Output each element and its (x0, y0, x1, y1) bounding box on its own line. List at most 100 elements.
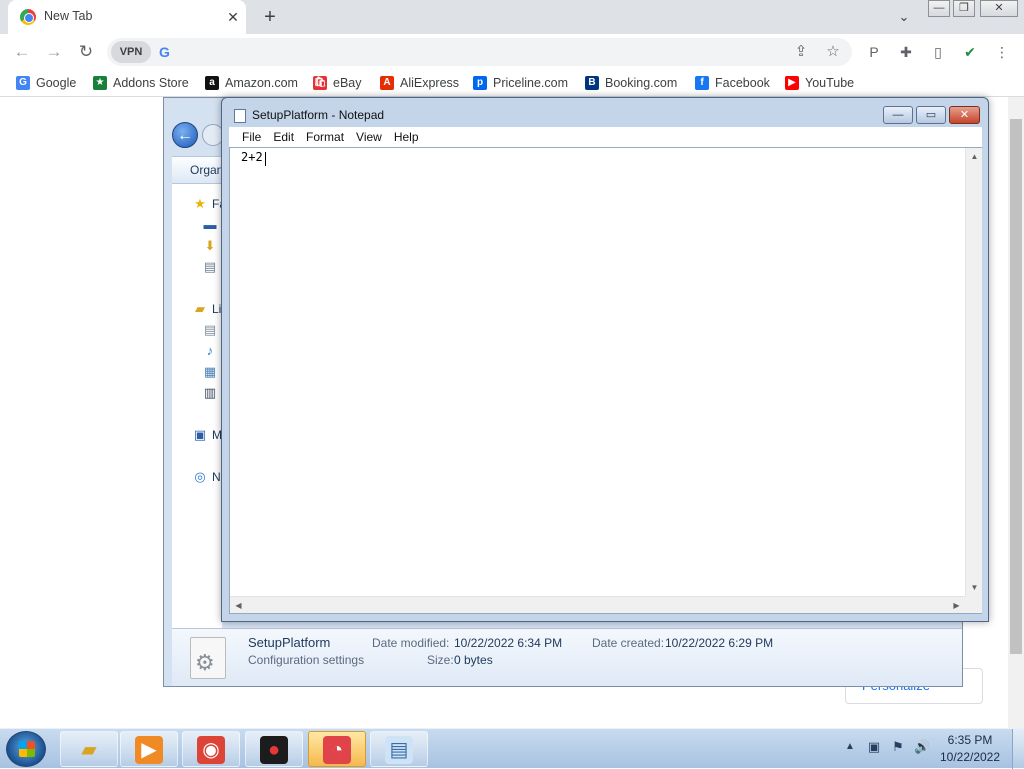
window-close-button[interactable]: ✕ (980, 0, 1018, 17)
details-modified-label: Date modified: (372, 636, 450, 650)
scroll-up-arrow-icon[interactable]: ▲ (966, 148, 983, 165)
nav-pane-item[interactable]: ◎ N (192, 467, 221, 487)
bookmark-label: Facebook (715, 76, 770, 90)
bookmark-label: eBay (333, 76, 362, 90)
reload-icon[interactable]: ↻ (74, 40, 98, 64)
scroll-down-arrow-icon[interactable]: ▼ (966, 579, 983, 596)
notepad-horizontal-scrollbar[interactable]: ◀ ▶ (230, 596, 965, 613)
nav-pane-label: N (212, 470, 221, 484)
bookmark-addons-store[interactable]: ★ Addons Store (93, 75, 189, 91)
show-desktop-button[interactable] (1012, 729, 1024, 769)
bookmarks-bar: G Google ★ Addons Store a Amazon.com 🛍 eBay A Ali… (0, 70, 1024, 97)
start-button[interactable] (6, 731, 46, 767)
kebab-menu-icon[interactable]: ⋮ (992, 42, 1012, 62)
menu-help[interactable]: Help (388, 127, 425, 147)
bookmark-favicon-icon: B (585, 76, 599, 90)
nav-pane-item[interactable]: ▤ (202, 257, 218, 277)
resize-grip[interactable] (965, 596, 982, 613)
action-center-flag-icon[interactable]: ⚑ (890, 739, 906, 755)
nav-pane-item[interactable]: ▦ (202, 362, 218, 382)
notepad-content[interactable]: 2+2 (241, 150, 263, 164)
nav-pane-item[interactable]: ⬇ (202, 236, 218, 256)
nav-pane-item[interactable]: ♪ (202, 341, 218, 361)
shield-check-icon[interactable]: ✔ (960, 42, 980, 62)
clock-date[interactable]: 10/22/2022 (935, 750, 1005, 764)
media-player-taskbar-icon: ▶ (135, 736, 163, 764)
window-minimize-button[interactable]: — (928, 0, 950, 17)
forward-arrow-icon[interactable]: → (42, 40, 66, 64)
scroll-left-arrow-icon[interactable]: ◀ (230, 597, 247, 614)
address-bar[interactable]: VPN G ⇪ ☆ (107, 38, 852, 66)
windows-logo-icon (19, 741, 35, 757)
vpn-badge[interactable]: VPN (111, 41, 151, 63)
nav-pane-item[interactable]: ▰ Li (192, 299, 221, 319)
notepad-menu-bar: File Edit Format View Help (229, 127, 982, 147)
share-icon[interactable]: ⇪ (791, 42, 811, 62)
computer-icon: ▣ (193, 427, 207, 442)
notepad-text-area[interactable]: 2+2 ▲ ▼ ◀ ▶ (229, 147, 982, 614)
network-tray-icon[interactable]: ▣ (866, 739, 882, 755)
nav-pane-item[interactable]: ▣ M (192, 425, 222, 445)
taskbar-button[interactable]: ▤ (370, 731, 428, 767)
privacy-badge-icon[interactable]: P (864, 42, 884, 62)
explorer-back-icon[interactable]: ← (172, 122, 198, 148)
bookmark-star-icon[interactable]: ☆ (823, 42, 843, 62)
pictures-icon: ▦ (203, 364, 217, 379)
bookmark-amazon-com[interactable]: a Amazon.com (205, 75, 298, 91)
taskbar-button[interactable]: ◔ (308, 731, 366, 767)
menu-format[interactable]: Format (300, 127, 350, 147)
sidebar-icon[interactable]: ▯ (928, 42, 948, 62)
taskbar-button[interactable]: ▶ (120, 731, 178, 767)
notepad-minimize-button[interactable]: — (883, 106, 913, 124)
puzzle-icon[interactable]: ✚ (896, 42, 916, 62)
documents-icon: ▤ (203, 322, 217, 337)
browser-toolbar: ← → ↻ VPN G ⇪ ☆ P ✚ ▯ ✔ ⋮ (0, 34, 1024, 70)
bookmark-facebook[interactable]: f Facebook (695, 75, 770, 91)
nav-pane-item[interactable]: ▬ (202, 215, 218, 235)
notepad-title-icon (234, 109, 246, 123)
tab-close-icon[interactable]: ✕ (224, 8, 242, 26)
explorer-taskbar-icon: ▰ (81, 739, 97, 761)
address-input[interactable] (183, 42, 783, 62)
bookmark-booking-com[interactable]: B Booking.com (585, 75, 677, 91)
downloads-icon: ⬇ (204, 238, 216, 253)
notepad-close-button[interactable]: ✕ (949, 106, 980, 124)
details-file-name: SetupPlatform (248, 635, 331, 650)
window-maximize-button[interactable]: ❐ (953, 0, 975, 17)
nav-pane-item[interactable]: ▤ (202, 320, 218, 340)
text-caret (265, 152, 266, 166)
notepad-vertical-scrollbar[interactable]: ▲ ▼ (965, 148, 982, 596)
bookmark-favicon-icon: ★ (93, 76, 107, 90)
network-icon: ◎ (194, 469, 206, 484)
bookmark-youtube[interactable]: ▶ YouTube (785, 75, 854, 91)
tab-search-chevron-icon[interactable]: ⌄ (894, 7, 914, 27)
menu-edit[interactable]: Edit (267, 127, 300, 147)
bookmark-aliexpress[interactable]: A AliExpress (380, 75, 459, 91)
new-tab-button[interactable]: + (258, 5, 282, 29)
back-arrow-icon[interactable]: ← (10, 40, 34, 64)
nav-pane-item[interactable]: ▥ (202, 383, 218, 403)
nav-pane-label: Li (212, 302, 222, 316)
tray-expand-icon[interactable]: ▲ (845, 741, 855, 752)
notepad-window[interactable]: SetupPlatform - Notepad — ▭ ✕ File Edit Fo… (221, 97, 989, 622)
bookmark-ebay[interactable]: 🛍 eBay (313, 75, 362, 91)
volume-icon[interactable]: 🔊 (914, 739, 930, 755)
taskbar-button[interactable]: ● (245, 731, 303, 767)
menu-file[interactable]: File (236, 127, 267, 147)
tab-new-tab[interactable]: New Tab ✕ (8, 0, 246, 34)
taskbar-button[interactable]: ◉ (182, 731, 240, 767)
desktop-icon: ▬ (203, 217, 217, 232)
page-scrollbar-thumb[interactable] (1010, 119, 1022, 654)
organize-button[interactable]: Organ (190, 163, 223, 177)
page-scrollbar[interactable] (1008, 97, 1024, 728)
bookmark-label: Google (36, 76, 77, 90)
clock-time[interactable]: 6:35 PM (935, 733, 1005, 747)
file-config-icon: ⚙ (190, 637, 226, 679)
notepad-maximize-button[interactable]: ▭ (916, 106, 946, 124)
scroll-right-arrow-icon[interactable]: ▶ (948, 597, 965, 614)
bookmark-google[interactable]: G Google (16, 75, 76, 91)
bookmark-label: Priceline.com (493, 76, 569, 90)
bookmark-priceline-com[interactable]: p Priceline.com (473, 75, 568, 91)
taskbar-button[interactable]: ▰ (60, 731, 118, 767)
menu-view[interactable]: View (350, 127, 388, 147)
